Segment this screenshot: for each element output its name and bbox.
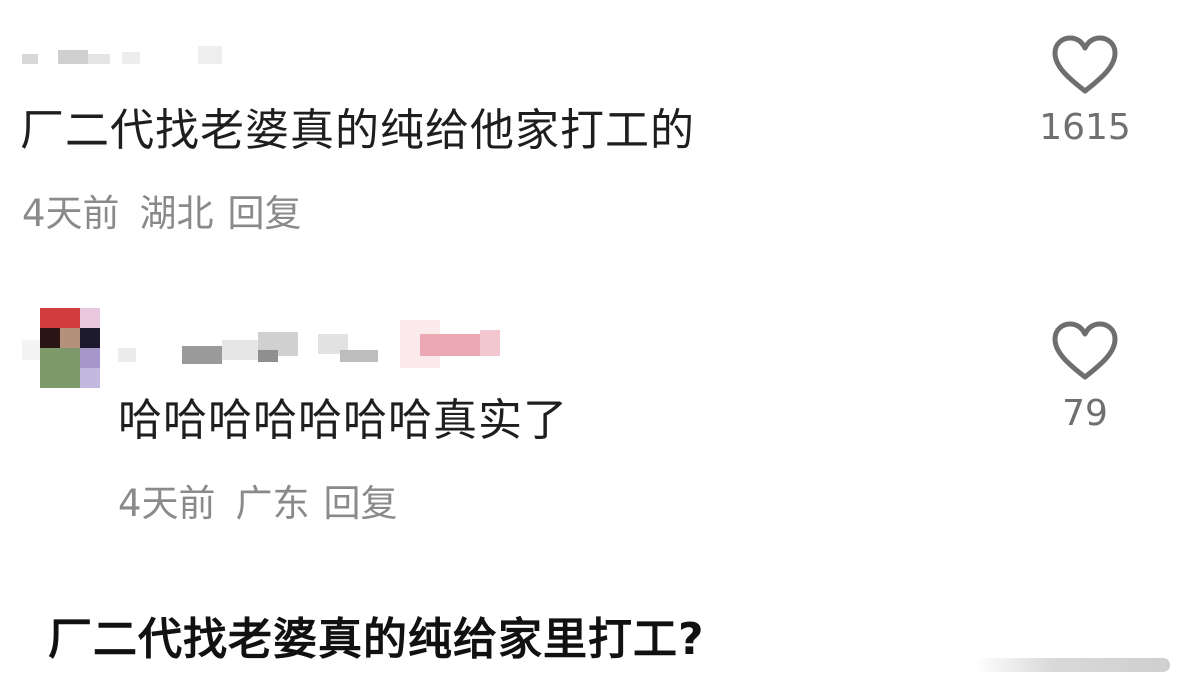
avatar-edge — [22, 340, 40, 360]
heart-outline-icon — [1052, 35, 1118, 94]
comment-meta: 4天前 广东 回复 — [118, 482, 398, 526]
like-button[interactable]: 1615 — [1025, 34, 1145, 150]
comment-location: 广东 — [235, 482, 310, 525]
comment-time: 4天前 — [22, 192, 120, 235]
like-button[interactable]: 79 — [1025, 320, 1145, 436]
like-count: 1615 — [1039, 107, 1131, 148]
reply-button[interactable]: 回复 — [228, 192, 302, 235]
avatar[interactable] — [40, 308, 100, 388]
comment-location: 湖北 — [139, 192, 214, 235]
comment-text: 哈哈哈哈哈哈哈真实了 — [118, 395, 568, 446]
comment-text: 厂二代找老婆真的纯给他家打工的 — [20, 105, 695, 156]
comment-screenshot: 厂二代找老婆真的纯给他家打工的 4天前 湖北 回复 1615 哈哈哈哈哈哈哈真实了 — [0, 0, 1179, 700]
comment-time: 4天前 — [118, 482, 216, 525]
watermark-bar — [975, 658, 1170, 672]
heart-outline-icon — [1052, 321, 1118, 380]
post-caption: 厂二代找老婆真的纯给家里打工? — [48, 614, 705, 665]
username-blurred[interactable] — [118, 320, 528, 368]
like-count: 79 — [1062, 393, 1108, 434]
username-blurred[interactable] — [22, 46, 222, 68]
comment-meta: 4天前 湖北 回复 — [22, 192, 302, 236]
reply-button[interactable]: 回复 — [324, 482, 398, 525]
